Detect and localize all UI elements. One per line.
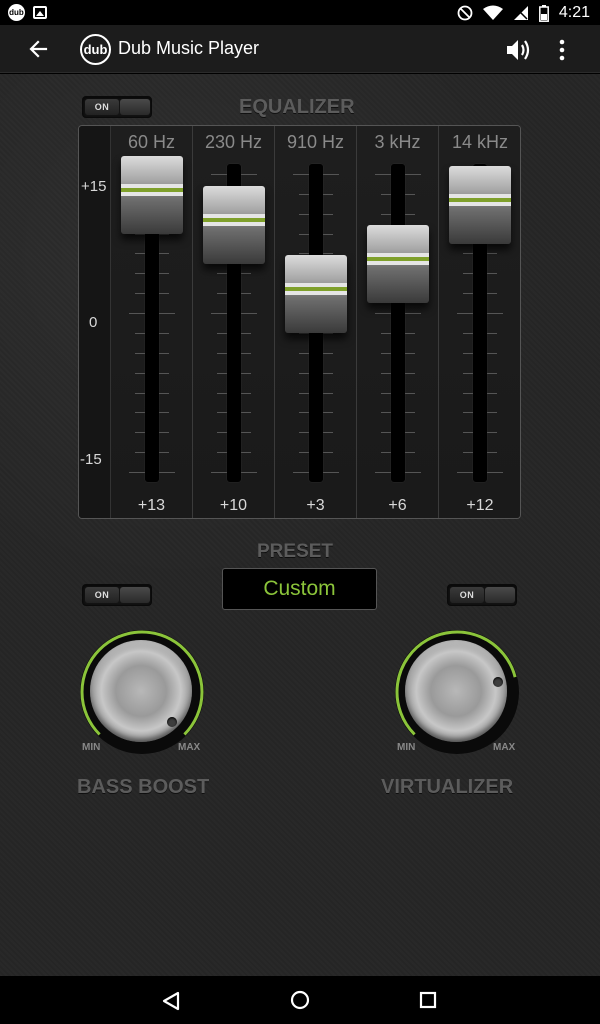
band-value: +3 bbox=[306, 497, 325, 514]
knob-indicator bbox=[166, 716, 177, 727]
volume-icon[interactable] bbox=[505, 37, 533, 63]
band-slider-handle[interactable] bbox=[449, 165, 511, 244]
more-options-icon[interactable] bbox=[550, 37, 574, 63]
eq-band-3khz: 3 kHz +6 bbox=[357, 126, 439, 518]
preset-selector[interactable]: Custom bbox=[222, 568, 377, 610]
status-bar: dub 4:21 bbox=[0, 0, 600, 25]
scale-label-zero: 0 bbox=[89, 314, 98, 331]
scale-label-max: +15 bbox=[81, 178, 107, 195]
band-value: +12 bbox=[466, 497, 494, 514]
band-slider-handle[interactable] bbox=[367, 225, 429, 304]
bass-boost-title: BASS BOOST bbox=[77, 776, 210, 798]
virtualizer-toggle[interactable]: ON bbox=[447, 584, 517, 606]
no-sim-icon bbox=[513, 6, 528, 20]
band-slider-handle[interactable] bbox=[203, 185, 265, 264]
virtualizer-min-label: MIN bbox=[397, 742, 416, 753]
eq-scale: +15 0 -15 bbox=[79, 126, 111, 518]
app-title: Dub Music Player bbox=[118, 38, 260, 58]
preset-title: PRESET bbox=[257, 541, 334, 562]
eq-band-14khz: 14 kHz +12 bbox=[439, 126, 520, 518]
bass-boost-toggle-label: ON bbox=[85, 587, 119, 603]
equalizer-title: EQUALIZER bbox=[239, 96, 355, 118]
bass-boost-min-label: MIN bbox=[82, 742, 101, 753]
image-notification-icon bbox=[33, 6, 47, 19]
app-logo: dub bbox=[80, 34, 111, 65]
virtualizer-max-label: MAX bbox=[493, 742, 516, 753]
bass-boost-toggle[interactable]: ON bbox=[82, 584, 152, 606]
toggle-knob bbox=[120, 587, 150, 603]
equalizer-toggle[interactable]: ON bbox=[82, 96, 152, 118]
band-track bbox=[391, 164, 405, 482]
toggle-knob bbox=[485, 587, 515, 603]
band-frequency: 910 Hz bbox=[286, 132, 345, 152]
wifi-icon bbox=[482, 5, 503, 20]
band-value: +6 bbox=[388, 497, 407, 514]
equalizer-screen: ON EQUALIZER +15 0 -15 60 Hz +13 230 Hz … bbox=[0, 74, 600, 976]
band-frequency: 3 kHz bbox=[374, 132, 421, 152]
dub-notification-icon: dub bbox=[8, 4, 25, 21]
bass-boost-knob[interactable] bbox=[80, 630, 204, 754]
virtualizer-title: VIRTUALIZER bbox=[381, 776, 514, 798]
recents-nav-icon[interactable] bbox=[418, 990, 438, 1010]
equalizer-toggle-label: ON bbox=[85, 99, 119, 115]
band-slider-handle[interactable] bbox=[121, 155, 183, 234]
virtualizer-knob[interactable] bbox=[395, 630, 519, 754]
back-arrow-icon[interactable] bbox=[24, 37, 54, 61]
home-nav-icon[interactable] bbox=[289, 989, 311, 1011]
band-value: +13 bbox=[137, 497, 166, 514]
eq-band-60hz: 60 Hz +13 bbox=[111, 126, 193, 518]
toggle-knob bbox=[120, 99, 150, 115]
scale-label-min: -15 bbox=[80, 451, 102, 468]
band-frequency: 14 kHz bbox=[451, 132, 509, 152]
band-frequency: 60 Hz bbox=[127, 132, 176, 152]
knob-face bbox=[405, 640, 507, 742]
status-time: 4:21 bbox=[558, 4, 590, 21]
navigation-bar bbox=[0, 976, 600, 1024]
knob-face bbox=[90, 640, 192, 742]
equalizer-panel: +15 0 -15 60 Hz +13 230 Hz +10 910 Hz +3… bbox=[78, 125, 521, 519]
do-not-disturb-icon bbox=[457, 5, 473, 21]
eq-band-230hz: 230 Hz +10 bbox=[193, 126, 275, 518]
battery-icon bbox=[538, 4, 549, 22]
app-bar: dub Dub Music Player bbox=[0, 25, 600, 73]
back-nav-icon[interactable] bbox=[160, 990, 182, 1012]
band-value: +10 bbox=[219, 497, 248, 514]
eq-band-910hz: 910 Hz +3 bbox=[275, 126, 357, 518]
knob-indicator bbox=[492, 676, 503, 687]
bass-boost-max-label: MAX bbox=[178, 742, 201, 753]
virtualizer-toggle-label: ON bbox=[450, 587, 484, 603]
band-slider-handle[interactable] bbox=[285, 255, 347, 334]
preset-value: Custom bbox=[263, 577, 336, 600]
band-frequency: 230 Hz bbox=[204, 132, 263, 152]
